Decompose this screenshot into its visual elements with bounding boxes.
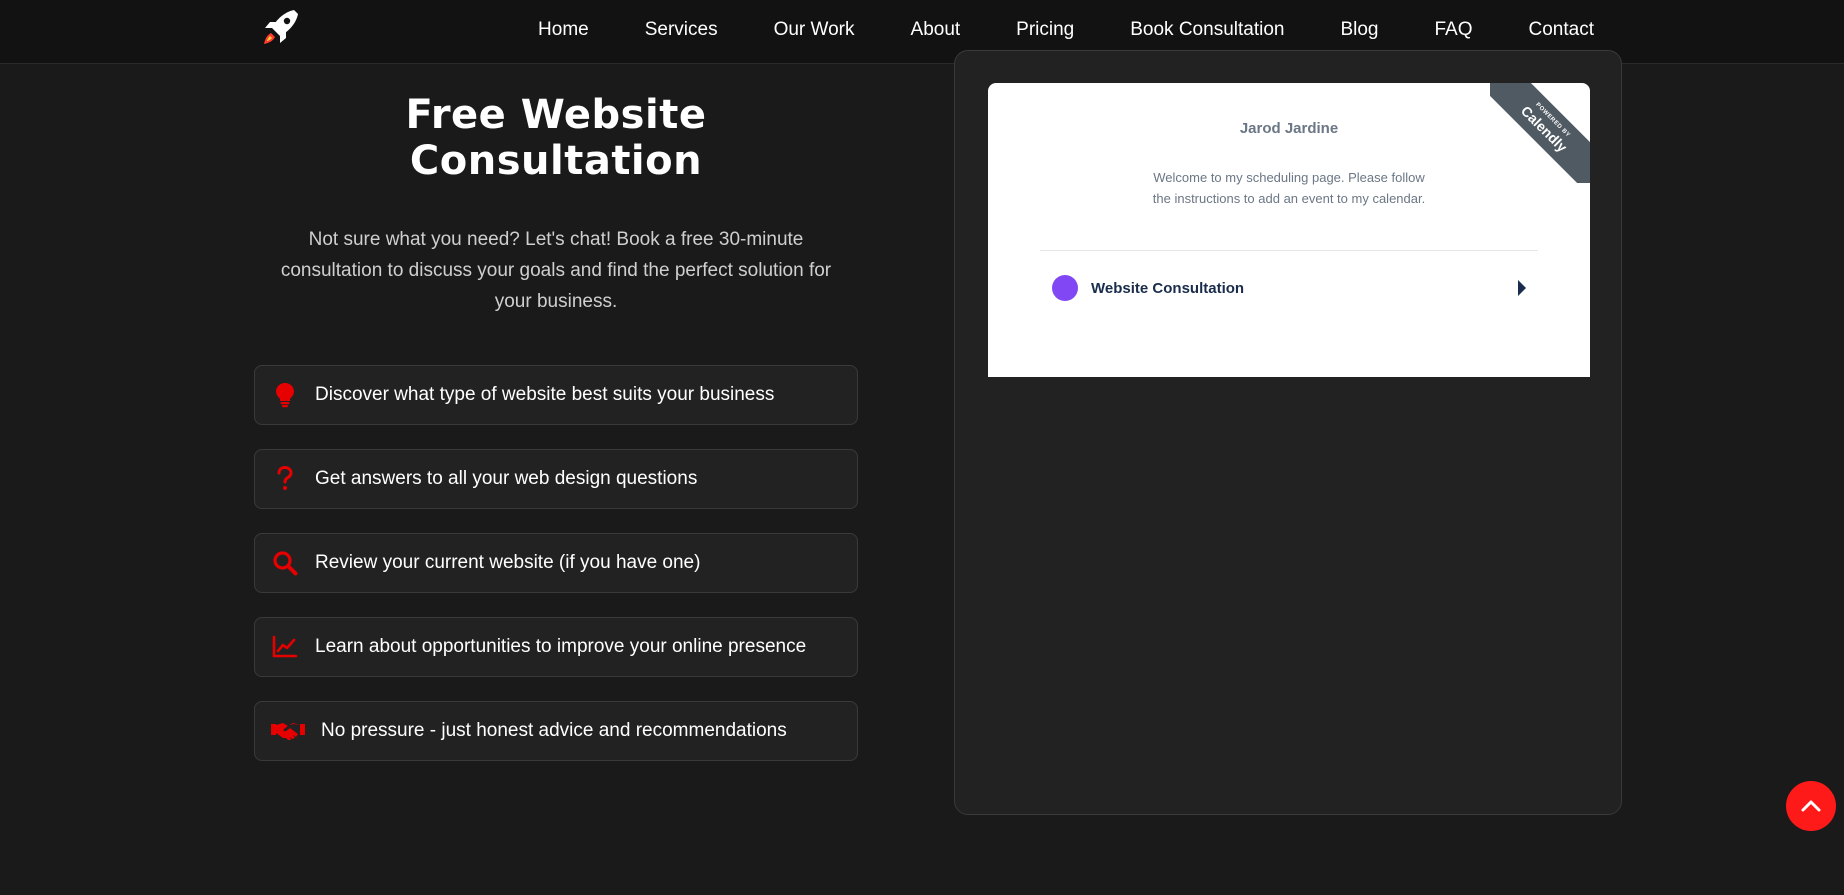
page-title: Free Website Consultation [405,92,707,184]
feature-item-discover: Discover what type of website best suits… [254,365,858,425]
feature-item-no-pressure: No pressure - just honest advice and rec… [254,701,858,761]
feature-text: Discover what type of website best suits… [315,384,775,405]
page-description: Not sure what you need? Let's chat! Book… [280,229,832,312]
nav-link-our-work[interactable]: Our Work [774,19,855,41]
welcome-message: Welcome to my scheduling page. Please fo… [1152,170,1426,206]
feature-text: No pressure - just honest advice and rec… [321,720,787,741]
nav-link-book-consultation[interactable]: Book Consultation [1130,19,1284,41]
nav-link-contact[interactable]: Contact [1529,19,1594,41]
host-name: Jarod Jardine [1239,120,1339,137]
nav-link-about[interactable]: About [911,19,961,41]
divider [1040,250,1538,251]
event-name: Website Consultation [1091,279,1245,297]
question-icon [271,465,299,493]
scroll-to-top-button[interactable] [1786,781,1836,831]
chart-line-icon [271,633,299,661]
event-type-website-consultation[interactable]: Website Consultation [1040,261,1538,315]
booking-card: POWERED BY Calendly Jarod Jardine Welcom… [954,50,1622,815]
nav-link-pricing[interactable]: Pricing [1016,19,1074,41]
feature-item-questions: Get answers to all your web design quest… [254,449,858,509]
feature-text: Learn about opportunities to improve you… [315,636,807,657]
feature-text: Get answers to all your web design quest… [315,468,698,489]
nav-link-services[interactable]: Services [645,19,718,41]
consultation-info: Free Website Consultation Not sure what … [254,64,858,785]
lightbulb-icon [271,381,299,409]
event-color-dot [1052,275,1078,301]
nav-link-faq[interactable]: FAQ [1435,19,1473,41]
chevron-up-icon [1801,800,1821,812]
calendly-widget: POWERED BY Calendly Jarod Jardine Welcom… [988,83,1590,377]
feature-item-opportunities: Learn about opportunities to improve you… [254,617,858,677]
handshake-icon [271,717,305,745]
search-icon [271,549,299,577]
nav-link-home[interactable]: Home [538,19,589,41]
feature-text: Review your current website (if you have… [315,552,701,573]
feature-item-review: Review your current website (if you have… [254,533,858,593]
rocket-icon[interactable] [256,6,302,52]
nav-link-blog[interactable]: Blog [1340,19,1378,41]
feature-list: Discover what type of website best suits… [254,365,858,761]
play-arrow-icon [1518,280,1526,296]
